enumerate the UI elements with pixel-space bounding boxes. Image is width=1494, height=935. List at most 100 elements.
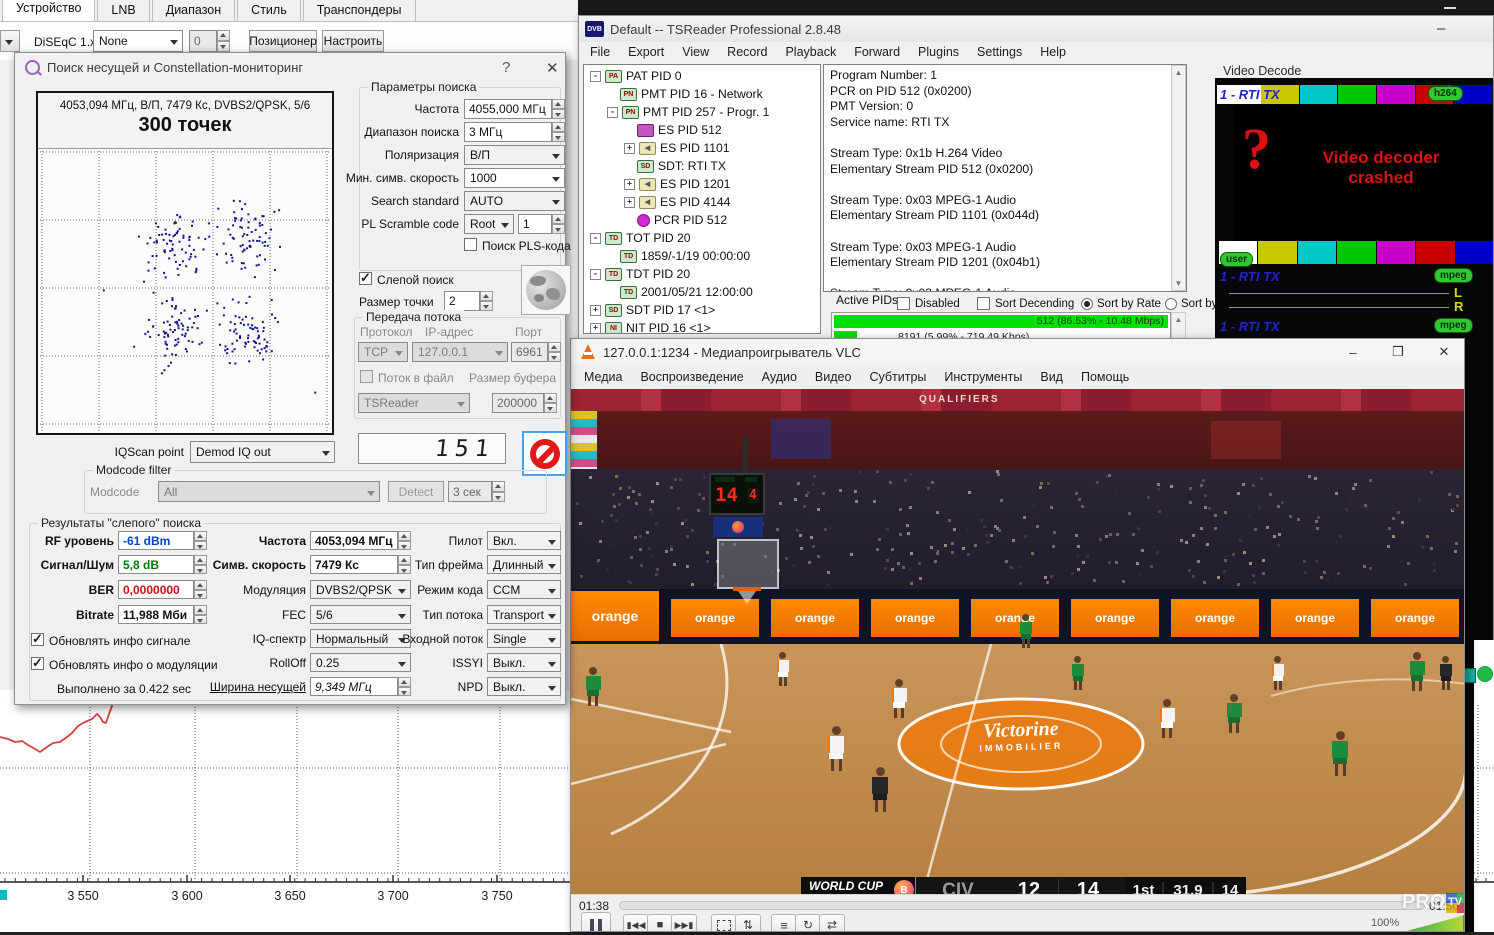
vlc-menu-item[interactable]: Субтитры — [860, 367, 935, 387]
volume-slider[interactable] — [1407, 915, 1465, 931]
frame-type-select[interactable]: Длинный — [487, 555, 561, 574]
scroll-down-icon[interactable]: ▼ — [1175, 279, 1183, 290]
tree-toggle[interactable]: + — [590, 305, 601, 316]
input-stream-select[interactable]: Single — [487, 629, 561, 648]
sort-by-pid-radio[interactable] — [1165, 298, 1177, 310]
range-input[interactable]: 3 МГц — [464, 122, 552, 142]
tsreader-minimize-button[interactable]: – — [1437, 20, 1445, 37]
dot-size-spinner[interactable] — [480, 291, 493, 311]
tree-toggle[interactable]: + — [590, 323, 601, 334]
tree-item[interactable]: +◀ES PID 1201 — [584, 175, 820, 193]
polarization-select[interactable]: В/П — [464, 145, 565, 165]
tab-2[interactable]: Диапазон — [152, 0, 235, 21]
globe-icon[interactable] — [521, 265, 571, 315]
blind-search-checkbox[interactable] — [359, 272, 372, 285]
tab-3[interactable]: Стиль — [237, 0, 301, 21]
tree-item[interactable]: -PAPAT PID 0 — [584, 67, 820, 85]
tab-4[interactable]: Транспондеры — [303, 0, 416, 21]
tree-item[interactable]: -TDTDT PID 20 — [584, 265, 820, 283]
tsreader-tree-panel[interactable]: -PAPAT PID 0PNPMT PID 16 - Network-PNPMT… — [583, 64, 821, 334]
mini-combo-button[interactable] — [0, 30, 20, 52]
tree-item[interactable]: +◀ES PID 4144 — [584, 193, 820, 211]
issyi-select[interactable]: Выкл. — [487, 653, 561, 672]
dialog-close-button[interactable]: ✕ — [546, 59, 559, 77]
sort-descending-checkbox[interactable] — [977, 297, 990, 310]
configure-button[interactable]: Настроить — [322, 30, 384, 52]
npd-select[interactable]: Выкл. — [487, 677, 561, 696]
scroll-up-icon[interactable]: ▲ — [1175, 66, 1183, 77]
info-scrollbar[interactable]: ▲ ▼ — [1171, 65, 1186, 291]
ts-menu-view[interactable]: View — [673, 42, 718, 62]
pause-button[interactable] — [581, 912, 611, 932]
previous-button[interactable]: ▮◀◀ — [623, 914, 649, 932]
minimize-icon[interactable] — [1444, 7, 1456, 9]
vlc-menu-item[interactable]: Помощь — [1072, 367, 1138, 387]
range-spinner[interactable] — [552, 122, 565, 142]
ts-menu-export[interactable]: Export — [619, 42, 673, 62]
tab-0[interactable]: Устройство — [2, 0, 95, 21]
tree-item[interactable]: TD2001/05/21 12:00:00 — [584, 283, 820, 301]
ts-menu-file[interactable]: File — [581, 42, 619, 62]
tree-item[interactable]: +◀ES PID 1101 — [584, 139, 820, 157]
ts-menu-plugins[interactable]: Plugins — [909, 42, 968, 62]
sort-by-rate-radio[interactable] — [1081, 298, 1093, 310]
ts-menu-record[interactable]: Record — [718, 42, 776, 62]
tree-item[interactable]: +NINIT PID 16 <1> — [584, 319, 820, 334]
dialog-titlebar[interactable]: Поиск несущей и Constellation-мониторинг… — [15, 53, 565, 81]
pl-scramble-spinner[interactable] — [552, 214, 565, 234]
tree-item[interactable]: +SDSDT PID 17 <1> — [584, 301, 820, 319]
shuffle-button[interactable]: ⇄ — [819, 914, 845, 932]
scroll-up-icon[interactable]: ▲ — [1175, 313, 1183, 324]
freq-input[interactable]: 4055,000 МГц — [464, 99, 552, 119]
update-signal-checkbox[interactable] — [31, 633, 44, 646]
tree-toggle[interactable]: - — [607, 107, 618, 118]
tree-toggle[interactable]: - — [590, 71, 601, 82]
vlc-maximize-button[interactable]: ❒ — [1378, 341, 1418, 363]
stop-button-vlc[interactable]: ■ — [647, 914, 673, 932]
pls-search-checkbox[interactable] — [464, 238, 477, 251]
update-modulation-checkbox[interactable] — [31, 657, 44, 670]
tree-toggle[interactable]: + — [624, 143, 635, 154]
ts-menu-forward[interactable]: Forward — [845, 42, 909, 62]
pilot-select[interactable]: Вкл. — [487, 531, 561, 550]
positioner-button[interactable]: Позиционер — [249, 30, 317, 52]
fullscreen-button[interactable] — [711, 914, 737, 932]
dialog-help-button[interactable]: ? — [502, 59, 510, 76]
tree-toggle[interactable]: - — [590, 269, 601, 280]
tsreader-info-panel[interactable]: Program Number: 1PCR on PID 512 (0x0200)… — [823, 64, 1187, 292]
min-symrate-combo[interactable]: 1000 — [464, 168, 565, 188]
vlc-video-area[interactable]: QUALIFIERS orangeorangeorangeorangeorang… — [571, 389, 1465, 894]
tree-item[interactable]: PCR PID 512 — [584, 211, 820, 229]
tree-item[interactable]: ES PID 512 — [584, 121, 820, 139]
tree-item[interactable]: -PNPMT PID 257 - Progr. 1 — [584, 103, 820, 121]
dot-size-input[interactable]: 2 — [444, 291, 480, 311]
vlc-menu-item[interactable]: Вид — [1031, 367, 1072, 387]
tree-item[interactable]: PNPMT PID 16 - Network — [584, 85, 820, 103]
volume-slider-handle[interactable] — [1463, 915, 1465, 931]
vlc-menu-item[interactable]: Медиа — [575, 367, 631, 387]
pl-scramble-mode-select[interactable]: Root — [464, 214, 514, 234]
vlc-menu-item[interactable]: Видео — [806, 367, 861, 387]
vlc-menu-item[interactable]: Воспроизведение — [631, 367, 752, 387]
diseqc-select[interactable]: None — [93, 30, 183, 52]
tree-item[interactable]: -TDTOT PID 20 — [584, 229, 820, 247]
disabled-checkbox[interactable] — [897, 297, 910, 310]
pl-scramble-value[interactable]: 1 — [518, 214, 552, 234]
vlc-titlebar[interactable]: 127.0.0.1:1234 - Медиапроигрыватель VLC … — [571, 339, 1464, 365]
ts-menu-settings[interactable]: Settings — [968, 42, 1031, 62]
tab-1[interactable]: LNB — [97, 0, 149, 21]
ts-menu-help[interactable]: Help — [1031, 42, 1075, 62]
tsreader-titlebar[interactable]: DVB Default -- TSReader Professional 2.8… — [579, 16, 1493, 42]
vlc-menu-item[interactable]: Аудио — [753, 367, 806, 387]
iqscan-select[interactable]: Demod IQ out — [190, 441, 335, 463]
code-mode-select[interactable]: CCM — [487, 580, 561, 599]
search-standard-select[interactable]: AUTO — [464, 191, 565, 211]
vlc-menu-item[interactable]: Инструменты — [935, 367, 1031, 387]
position-spinner[interactable] — [217, 30, 230, 52]
playlist-button[interactable]: ≡ — [771, 914, 797, 932]
extended-settings-button[interactable]: ⇅ — [735, 914, 761, 932]
seek-bar[interactable] — [619, 901, 1425, 910]
tree-toggle[interactable]: + — [624, 179, 635, 190]
vlc-close-button[interactable]: ✕ — [1423, 341, 1465, 363]
freq-spinner[interactable] — [552, 99, 565, 119]
